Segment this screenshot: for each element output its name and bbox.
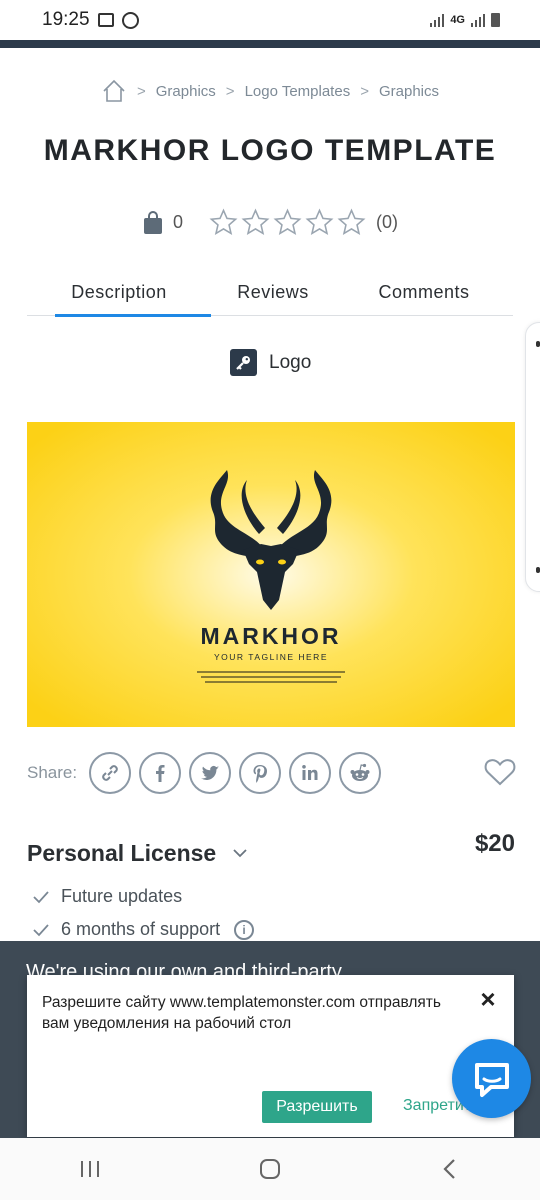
back-button[interactable] [420,1149,480,1189]
preview-tagline: YOUR TAGLINE HERE [214,652,328,662]
star-icon[interactable] [337,208,366,237]
chat-button[interactable] [452,1039,531,1118]
feature-support: 6 months of support [61,919,221,939]
linkedin-share-button[interactable] [289,752,332,794]
chat-icon [474,1062,509,1097]
signal-icon [430,13,445,27]
signal-icon-2 [471,13,485,27]
category-label: Logo [269,351,312,373]
star-icon[interactable] [305,208,334,237]
twitter-share-button[interactable] [189,752,232,794]
allow-button[interactable]: Разрешить [262,1091,372,1123]
back-icon [443,1159,455,1179]
breadcrumb-item-graphics-2[interactable]: Graphics [379,83,439,100]
facebook-share-button[interactable] [139,752,182,794]
facebook-icon [156,765,165,782]
breadcrumb-item-logo-templates[interactable]: Logo Templates [245,83,351,100]
key-icon [230,349,257,376]
page-title: MARKHOR LOGO TEMPLATE [43,134,497,167]
product-stats: 0 (0) [143,208,398,237]
info-icon[interactable]: i [234,919,255,940]
handle-dot [536,567,540,573]
share-label: Share: [27,763,78,782]
dialog-message: Разрешите сайту www.templatemonster.com … [42,994,441,1032]
feature-future-updates: Future updates [61,886,183,906]
reddit-icon [350,763,370,781]
rating-count: (0) [376,212,399,232]
header-bar [0,40,540,48]
notification-permission-dialog: Разрешите сайту www.templatemonster.com … [27,975,514,1137]
battery-icon [491,13,500,27]
star-icon[interactable] [273,208,302,237]
product-category[interactable]: Logo [230,349,311,376]
star-icon[interactable] [209,208,238,237]
license-price: $20 [474,830,515,857]
home-icon[interactable] [101,78,127,104]
license-name: Personal License [27,839,217,866]
reddit-share-button[interactable] [339,752,382,794]
tab-comments[interactable]: Comments [335,268,513,316]
gallery-icon [97,13,114,27]
link-icon [102,765,118,781]
sales-count: 0 [173,212,184,232]
close-icon[interactable]: × [476,986,500,1012]
home-button[interactable] [240,1149,300,1189]
check-icon [33,890,49,903]
share-bar: Share: [27,749,517,797]
breadcrumb: > Graphics > Logo Templates > Graphics [0,78,540,104]
tab-reviews[interactable]: Reviews [211,268,335,316]
product-tabs: Description Reviews Comments [27,268,513,317]
system-nav-bar [0,1138,540,1200]
breadcrumb-item-graphics[interactable]: Graphics [156,83,216,100]
check-icon [33,923,49,936]
star-icon[interactable] [241,208,270,237]
network-type: 4G [450,14,465,26]
product-preview-image[interactable]: MARKHOR YOUR TAGLINE HERE [27,422,515,727]
recent-apps-button[interactable] [60,1149,120,1189]
home-circle-icon [260,1159,280,1179]
handle-dot [536,341,540,347]
license-feature: Future updates [33,886,182,907]
link-share-button[interactable] [89,752,132,794]
side-panel-handle[interactable] [525,322,540,592]
preview-brand: MARKHOR [200,623,341,649]
status-bar: 19:25 4G [0,0,540,40]
tab-description[interactable]: Description [27,268,211,317]
heart-icon[interactable] [483,755,517,789]
whatsapp-icon [121,11,139,29]
twitter-icon [201,765,220,780]
license-feature: 6 months of support i [33,919,255,940]
recent-apps-icon [81,1161,99,1177]
breadcrumb-separator: > [225,82,235,100]
license-selector[interactable]: Personal License $20 [27,830,515,870]
status-time: 19:25 [42,9,90,30]
pinterest-icon [253,765,268,783]
rating-stars[interactable] [209,208,366,237]
shopping-bag-icon [144,210,162,234]
pinterest-share-button[interactable] [239,752,282,794]
linkedin-icon [302,765,318,780]
chevron-down-icon[interactable] [232,847,248,859]
breadcrumb-separator: > [360,82,369,100]
breadcrumb-separator: > [137,82,146,100]
